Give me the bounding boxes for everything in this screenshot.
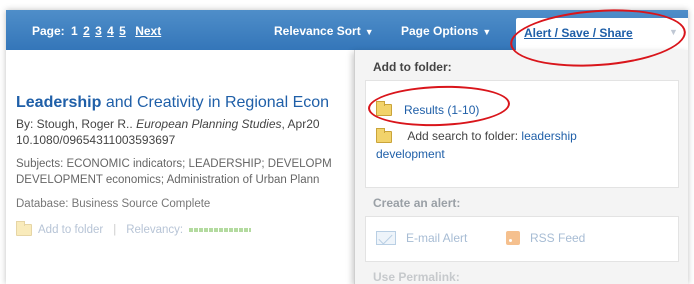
add-to-folder-section: Results (1-10) Add search to folder: lea… bbox=[365, 80, 679, 188]
results-link[interactable]: Results (1-10) bbox=[404, 103, 479, 117]
add-search-link-line-2: development bbox=[376, 147, 445, 161]
folder-icon bbox=[376, 127, 392, 143]
add-search-row: Add search to folder: leadership developm… bbox=[376, 127, 666, 163]
result-journal: European Planning Studies bbox=[136, 117, 282, 131]
result-doi: 10.1080/09654311003593697 bbox=[16, 133, 176, 147]
rss-icon bbox=[506, 231, 520, 245]
result-authors: By: Stough, Roger R.. bbox=[16, 117, 133, 131]
page-5-link[interactable]: 5 bbox=[119, 24, 126, 38]
pagination: Page: 1 2 3 4 5 Next bbox=[32, 24, 161, 38]
use-permalink-heading: Use Permalink: bbox=[373, 270, 460, 284]
relevance-sort-label: Relevance Sort bbox=[274, 24, 361, 38]
alert-save-share-menu[interactable]: Alert / Save / Share ▼ bbox=[516, 18, 688, 50]
page-3-link[interactable]: 3 bbox=[95, 24, 102, 38]
result-subjects-line-1: Subjects: ECONOMIC indicators; LEADERSHI… bbox=[16, 158, 332, 170]
email-alert-row[interactable]: E-mail Alert bbox=[376, 231, 467, 245]
page-label: Page: bbox=[32, 24, 65, 38]
results-toolbar: Page: 1 2 3 4 5 Next Relevance Sort ▼ Pag… bbox=[6, 10, 688, 50]
email-alert-link[interactable]: E-mail Alert bbox=[406, 231, 467, 245]
rss-feed-link[interactable]: RSS Feed bbox=[530, 231, 585, 245]
relevancy-label: Relevancy: bbox=[126, 224, 184, 236]
create-alert-section: E-mail Alert RSS Feed bbox=[365, 216, 679, 262]
page-1-link[interactable]: 1 bbox=[71, 24, 78, 38]
page-2-link[interactable]: 2 bbox=[83, 24, 90, 38]
add-search-link-line-1: leadership bbox=[521, 129, 577, 143]
result-subjects-line-2: DEVELOPMENT economics; Administration of… bbox=[16, 174, 320, 186]
chevron-down-icon: ▼ bbox=[364, 27, 374, 37]
next-page-link[interactable]: Next bbox=[135, 24, 161, 38]
search-results-panel: Page: 1 2 3 4 5 Next Relevance Sort ▼ Pag… bbox=[6, 10, 688, 284]
email-icon bbox=[376, 231, 396, 245]
page-options-menu[interactable]: Page Options ▼ bbox=[401, 24, 491, 38]
add-search-label: Add search to folder: bbox=[407, 129, 519, 143]
alert-save-share-label: Alert / Save / Share bbox=[524, 26, 633, 40]
folder-icon bbox=[376, 101, 392, 116]
result-date: , Apr20 bbox=[281, 117, 320, 131]
result-title-keyword: Leadership bbox=[16, 94, 102, 111]
relevancy-bar bbox=[189, 228, 252, 232]
results-folder-row[interactable]: Results (1-10) bbox=[376, 101, 479, 117]
add-to-folder-heading: Add to folder: bbox=[373, 60, 452, 74]
create-alert-heading: Create an alert: bbox=[373, 196, 461, 210]
result-title-rest: and Creativity in Regional Econ bbox=[105, 94, 330, 111]
page-options-label: Page Options bbox=[401, 24, 479, 38]
relevance-sort-menu[interactable]: Relevance Sort ▼ bbox=[274, 24, 374, 38]
alert-save-share-dropdown: Add to folder: Results (1-10) Add search… bbox=[354, 50, 688, 284]
rss-feed-row[interactable]: RSS Feed bbox=[506, 231, 585, 245]
chevron-down-icon: ▼ bbox=[482, 27, 492, 37]
add-to-folder-link[interactable]: Add to folder bbox=[38, 224, 103, 236]
page-4-link[interactable]: 4 bbox=[107, 24, 114, 38]
divider: | bbox=[113, 224, 117, 236]
folder-icon bbox=[16, 221, 32, 236]
chevron-down-icon: ▼ bbox=[669, 27, 678, 37]
